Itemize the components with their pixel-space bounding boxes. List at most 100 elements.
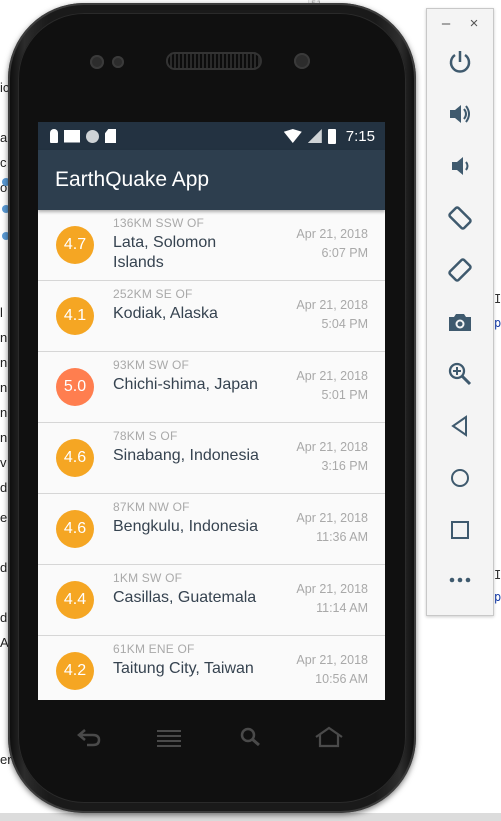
circle-home-icon (447, 465, 473, 497)
earthquake-list-item[interactable]: 5.0 93KM SW OF Chichi-shima, Japan Apr 21, … (38, 352, 385, 423)
home-button[interactable] (314, 725, 344, 749)
rotate-right-icon (447, 257, 473, 289)
magnitude-badge: 4.1 (56, 297, 94, 335)
quake-date: Apr 21, 2018 (296, 227, 368, 241)
ide-text-fragment: n (0, 430, 8, 445)
earpiece-speaker (166, 52, 262, 70)
home-icon (315, 726, 343, 748)
earthquake-list-item[interactable]: 4.2 61KM ENE OF Taitung City, Taiwan Apr 21… (38, 636, 385, 700)
primary-location: Taitung City, Taiwan (113, 660, 254, 677)
power-button[interactable] (446, 51, 474, 79)
menu-button[interactable] (154, 725, 184, 749)
quake-date: Apr 21, 2018 (296, 653, 368, 667)
emulator-toolbar: – × (426, 8, 494, 616)
ide-text-fragment: n (0, 405, 8, 420)
ide-text-fragment: d (0, 560, 8, 575)
ide-right-fragment: I (494, 568, 501, 582)
zoom-button[interactable] (446, 361, 474, 393)
status-time: 7:15 (345, 127, 375, 145)
signal-icon (307, 129, 322, 143)
location-offset: 78KM S OF (113, 429, 178, 443)
earthquake-list-item[interactable]: 4.6 87KM NW OF Bengkulu, Indonesia Apr 21, … (38, 494, 385, 565)
light-sensor (112, 56, 124, 68)
location-offset: 252KM SE OF (113, 287, 193, 301)
quake-date: Apr 21, 2018 (296, 369, 368, 383)
rotate-left-icon (447, 205, 473, 237)
volume-up-button[interactable] (446, 103, 474, 131)
volume-up-icon (447, 101, 473, 133)
primary-location: Sinabang, Indonesia (113, 447, 259, 464)
minimize-button[interactable]: – (437, 15, 455, 32)
quake-date: Apr 21, 2018 (296, 440, 368, 454)
back-nav-button[interactable] (446, 415, 474, 443)
wifi-icon (283, 129, 302, 143)
quake-date: Apr 21, 2018 (296, 298, 368, 312)
location-offset: 61KM ENE OF (113, 642, 195, 656)
volume-down-icon (447, 153, 473, 185)
location-offset: 1KM SW OF (113, 571, 183, 585)
back-icon (77, 729, 101, 747)
primary-location: Kodiak, Alaska (113, 305, 218, 322)
triangle-back-icon (447, 413, 473, 445)
magnitude-badge: 4.6 (56, 439, 94, 477)
app-bar: EarthQuake App (38, 150, 385, 210)
rotate-left-button[interactable] (446, 205, 474, 237)
ide-right-fragment: p (494, 316, 501, 330)
ide-bottom-strip (0, 813, 501, 821)
primary-location: Chichi-shima, Japan (113, 376, 258, 393)
ide-text-fragment: n (0, 380, 8, 395)
battery-icon (327, 128, 336, 144)
front-camera (294, 53, 310, 69)
quake-date: Apr 21, 2018 (296, 582, 368, 596)
quake-date: Apr 21, 2018 (296, 511, 368, 525)
primary-location: Lata, Solomon Islands (113, 234, 217, 271)
circle-icon (86, 129, 99, 143)
ide-text-fragment: d (0, 480, 8, 495)
ide-text-fragment: v (0, 455, 7, 470)
search-button[interactable] (236, 725, 266, 749)
back-button[interactable] (74, 725, 104, 749)
primary-location: Casillas, Guatemala (113, 589, 257, 606)
device-screen: 7:15 EarthQuake App 4.7 136KM SSW OF Lata,… (38, 122, 385, 700)
ide-text-fragment: a (0, 130, 8, 145)
volume-down-button[interactable] (446, 155, 474, 183)
earthquake-list-item[interactable]: 4.1 252KM SE OF Kodiak, Alaska Apr 21, 2018… (38, 281, 385, 352)
mail-icon (64, 129, 80, 143)
camera-icon (447, 309, 473, 341)
more-button[interactable] (446, 569, 474, 597)
close-button[interactable]: × (465, 15, 483, 32)
location-offset: 87KM NW OF (113, 500, 190, 514)
quake-time: 10:56 AM (315, 672, 368, 686)
ide-text-fragment: e (0, 510, 8, 525)
ide-text-fragment: n (0, 355, 8, 370)
magnitude-badge: 4.7 (56, 226, 94, 264)
sd-card-icon (105, 129, 116, 143)
ide-text-fragment: n (0, 330, 8, 345)
phone-frame: 7:15 EarthQuake App 4.7 136KM SSW OF Lata,… (8, 3, 416, 813)
earthquake-list-item[interactable]: 4.6 78KM S OF Sinabang, Indonesia Apr 21, 2… (38, 423, 385, 494)
quake-time: 11:14 AM (316, 601, 368, 615)
magnitude-badge: 5.0 (56, 368, 94, 406)
quake-time: 6:07 PM (321, 246, 368, 260)
zoom-in-icon (447, 361, 473, 393)
quake-time: 5:01 PM (321, 388, 368, 402)
ide-right-fragment: I (494, 292, 501, 306)
key-icon (50, 129, 58, 143)
power-icon (447, 49, 473, 81)
rotate-right-button[interactable] (446, 257, 474, 289)
ide-text-fragment: l (0, 305, 3, 320)
overview-button[interactable] (446, 519, 474, 547)
earthquake-list[interactable]: 4.7 136KM SSW OF Lata, Solomon Islands Apr … (38, 210, 385, 700)
app-title: EarthQuake App (55, 168, 210, 191)
magnitude-badge: 4.4 (56, 581, 94, 619)
search-icon (240, 727, 260, 747)
ide-text-fragment: d (0, 610, 8, 625)
screenshot-button[interactable] (446, 311, 474, 339)
earthquake-list-item[interactable]: 4.7 136KM SSW OF Lata, Solomon Islands Apr … (38, 210, 385, 281)
earthquake-list-item[interactable]: 4.4 1KM SW OF Casillas, Guatemala Apr 21, 2… (38, 565, 385, 636)
proximity-sensor (90, 55, 104, 69)
location-offset: 136KM SSW OF (113, 216, 205, 230)
home-nav-button[interactable] (446, 467, 474, 495)
magnitude-badge: 4.2 (56, 652, 94, 690)
more-icon (447, 567, 473, 599)
